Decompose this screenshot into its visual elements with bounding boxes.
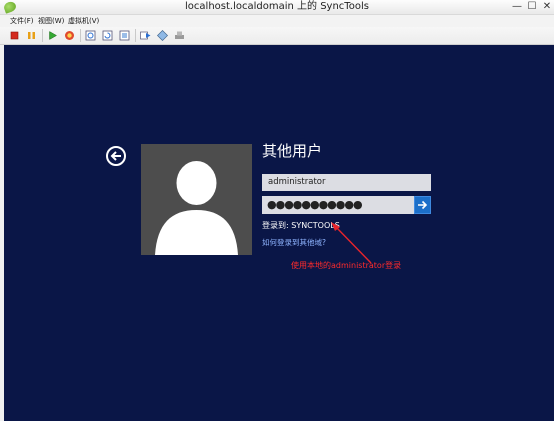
share-icon[interactable] xyxy=(139,29,152,42)
close-button[interactable]: ✕ xyxy=(540,0,554,14)
back-button[interactable] xyxy=(106,146,126,166)
toolbar xyxy=(0,27,554,45)
vm-console-screen[interactable]: 其他用户 administrator ●●●●●●●●●●● 登录到: SYNC… xyxy=(4,45,554,421)
page-title: 其他用户 xyxy=(262,142,323,160)
maximize-button[interactable]: ☐ xyxy=(525,0,539,14)
arrow-right-icon xyxy=(418,200,428,210)
checkpoint-icon[interactable] xyxy=(84,29,97,42)
settings-icon[interactable] xyxy=(173,29,186,42)
menu-item-file[interactable]: 文件(F) xyxy=(10,15,34,27)
toolbar-separator xyxy=(80,29,81,42)
snapshot-icon[interactable] xyxy=(118,29,131,42)
vmconnect-icon[interactable] xyxy=(156,29,169,42)
play-icon[interactable] xyxy=(46,29,59,42)
user-silhouette-icon xyxy=(155,161,238,255)
annotation-arrow xyxy=(331,222,372,264)
back-arrow-icon xyxy=(110,151,121,161)
menu-bar: 文件(F) 视图(W) 虚拟机(V) xyxy=(0,15,554,27)
annotation-text: 使用本地的administrator登录 xyxy=(291,261,402,270)
toolbar-separator xyxy=(42,29,43,42)
pause-icon[interactable] xyxy=(25,29,38,42)
vm-connection-window: localhost.localdomain 上的 SyncTools — ☐ ✕… xyxy=(0,0,554,421)
minimize-button[interactable]: — xyxy=(510,0,524,14)
stop-icon[interactable] xyxy=(8,29,21,42)
domain-label: 登录到: SYNCTOOLS xyxy=(262,221,340,230)
submit-button[interactable] xyxy=(414,196,431,214)
toolbar-separator xyxy=(135,29,136,42)
window-title: localhost.localdomain 上的 SyncTools xyxy=(185,1,369,12)
revert-icon[interactable] xyxy=(101,29,114,42)
user-avatar xyxy=(141,144,252,255)
password-input[interactable]: ●●●●●●●●●●● xyxy=(262,196,414,214)
menu-item-vm[interactable]: 虚拟机(V) xyxy=(68,15,99,27)
other-domain-link[interactable]: 如何登录到其他域? xyxy=(262,237,326,248)
title-bar: localhost.localdomain 上的 SyncTools — ☐ ✕ xyxy=(0,0,554,15)
username-input[interactable]: administrator xyxy=(262,174,431,191)
menu-item-view[interactable]: 视图(W) xyxy=(38,15,64,27)
reset-icon[interactable] xyxy=(63,29,76,42)
